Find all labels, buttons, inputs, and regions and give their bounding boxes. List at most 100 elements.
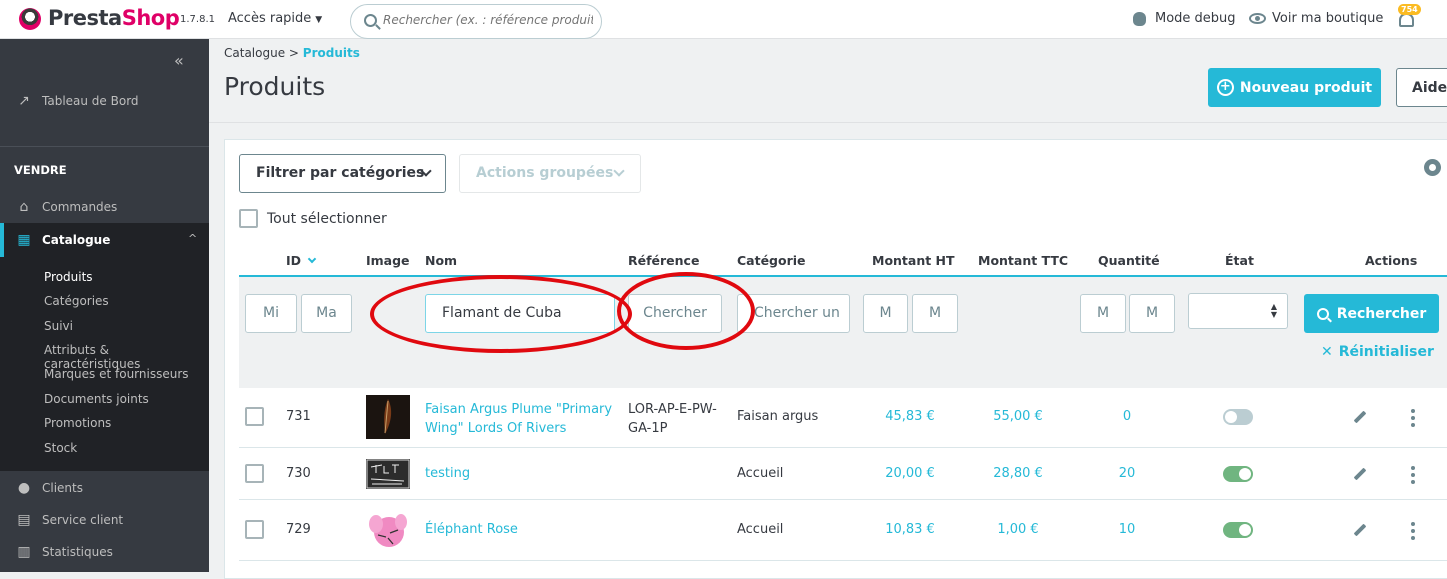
column-header-price-ttc[interactable]: Montant TTC: [978, 253, 1068, 268]
product-name-link[interactable]: Éléphant Rose: [425, 522, 518, 537]
product-thumbnail[interactable]: [366, 395, 410, 439]
version-label: 1.7.8.1: [180, 14, 215, 25]
reference-line: LOR-AP-E-PW-: [628, 402, 717, 417]
more-actions-icon[interactable]: [1411, 409, 1415, 430]
row-checkbox[interactable]: [245, 464, 264, 483]
sidebar-sub-products[interactable]: Produits: [44, 270, 93, 284]
sidebar-sub-tracking[interactable]: Suivi: [44, 319, 73, 333]
column-header-label: ID: [286, 253, 302, 268]
column-header-quantity[interactable]: Quantité: [1098, 253, 1160, 268]
sidebar-sub-files[interactable]: Documents joints: [44, 392, 149, 406]
more-actions-icon[interactable]: [1411, 522, 1415, 543]
filter-qty-min[interactable]: M: [1080, 294, 1126, 333]
product-thumbnail[interactable]: [366, 459, 410, 489]
product-price-ttc[interactable]: 55,00 €: [980, 409, 1056, 424]
product-thumbnail[interactable]: [366, 508, 410, 552]
bar-chart-icon: ▥: [17, 544, 31, 560]
row-divider: [239, 447, 1447, 448]
product-name-link[interactable]: Faisan Argus Plume "Primary Wing" Lords O…: [425, 400, 612, 438]
notifications-bell-icon[interactable]: [1399, 13, 1414, 27]
search-button[interactable]: Rechercher: [1304, 294, 1439, 333]
sidebar-item-customers[interactable]: ● Clients: [15, 480, 83, 496]
product-price-ttc[interactable]: 1,00 €: [980, 522, 1056, 537]
sidebar-item-service[interactable]: ▤ Service client: [15, 512, 123, 528]
sidebar-item-dashboard[interactable]: ↗ Tableau de Bord: [15, 93, 139, 109]
row-id: 729: [286, 522, 311, 537]
product-price-ht[interactable]: 10,83 €: [872, 522, 948, 537]
chevron-down-icon: [613, 165, 625, 177]
brand-name[interactable]: PrestaShop: [48, 6, 180, 30]
close-icon: ✕: [1321, 344, 1333, 360]
product-quantity[interactable]: 0: [1110, 409, 1144, 424]
sidebar-item-label: Statistiques: [42, 545, 113, 559]
product-name-link[interactable]: testing: [425, 466, 470, 481]
sidebar-sub-categories[interactable]: Catégories: [44, 294, 109, 308]
product-reference: LOR-AP-E-PW- GA-1P: [628, 400, 717, 438]
row-checkbox[interactable]: [245, 520, 264, 539]
more-actions-icon[interactable]: [1411, 466, 1415, 487]
column-header-price-ht[interactable]: Montant HT: [872, 253, 955, 268]
annotation-circle-reference: [617, 272, 755, 350]
sort-desc-icon[interactable]: [307, 254, 317, 264]
sidebar-sub-stock[interactable]: Stock: [44, 441, 77, 455]
row-checkbox[interactable]: [245, 407, 264, 426]
row-divider: [239, 499, 1447, 500]
sidebar-item-stats[interactable]: ▥ Statistiques: [15, 544, 113, 560]
filter-qty-max[interactable]: M: [1129, 294, 1175, 333]
column-header-name[interactable]: Nom: [425, 253, 457, 268]
column-header-category[interactable]: Catégorie: [737, 253, 806, 268]
product-price-ht[interactable]: 20,00 €: [872, 466, 948, 481]
filter-id-min[interactable]: Mi: [245, 294, 297, 333]
header-search-input[interactable]: [383, 13, 593, 27]
status-toggle[interactable]: [1223, 522, 1253, 538]
sidebar-sub-promotions[interactable]: Promotions: [44, 416, 111, 430]
store-icon: ▦: [17, 232, 31, 248]
eye-icon[interactable]: [1249, 13, 1266, 24]
column-header-status[interactable]: État: [1225, 253, 1254, 268]
trending-up-icon: ↗: [18, 93, 30, 109]
view-shop-link[interactable]: Voir ma boutique: [1272, 11, 1383, 26]
chevron-up-icon[interactable]: ^: [188, 232, 197, 245]
column-header-reference[interactable]: Référence: [628, 253, 699, 268]
breadcrumb-current[interactable]: Produits: [303, 46, 360, 60]
select-all-checkbox[interactable]: [239, 209, 258, 228]
sidebar-sub-brands[interactable]: Marques et fournisseurs: [44, 367, 189, 381]
column-header-id[interactable]: ID: [286, 253, 317, 268]
sidebar-item-label: Service client: [42, 513, 124, 527]
collapse-sidebar-icon[interactable]: «: [174, 51, 184, 70]
row-id: 731: [286, 409, 311, 424]
product-category: Accueil: [737, 466, 784, 481]
toggle-knob: [1239, 524, 1251, 536]
brand-shop: Shop: [121, 6, 180, 30]
basket-icon: ⌂: [19, 199, 29, 215]
product-quantity[interactable]: 20: [1110, 466, 1144, 481]
product-price-ttc[interactable]: 28,80 €: [980, 466, 1056, 481]
bulk-actions-dropdown[interactable]: Actions groupées: [459, 154, 641, 193]
quick-access-dropdown[interactable]: Accès rapide ▼: [228, 11, 322, 26]
filter-id-max[interactable]: Ma: [301, 294, 352, 333]
sidebar-item-label: Clients: [42, 481, 83, 495]
sidebar-item-label: Tableau de Bord: [42, 94, 139, 108]
bug-icon[interactable]: [1133, 12, 1146, 26]
sidebar-item-catalog[interactable]: ▦ Catalogue: [15, 232, 110, 248]
status-toggle[interactable]: [1223, 466, 1253, 482]
breadcrumb-parent[interactable]: Catalogue: [224, 46, 285, 60]
filter-ht-max[interactable]: M: [912, 294, 958, 333]
filter-status-select[interactable]: ▲ ▼: [1188, 293, 1288, 329]
new-product-button[interactable]: + Nouveau produit: [1208, 68, 1381, 107]
reset-filters-link[interactable]: ✕ Réinitialiser: [1321, 344, 1434, 360]
help-button[interactable]: Aide: [1396, 68, 1447, 107]
product-price-ht[interactable]: 45,83 €: [872, 409, 948, 424]
status-toggle[interactable]: [1223, 409, 1253, 425]
gear-icon[interactable]: [1424, 159, 1441, 176]
sidebar-item-orders[interactable]: ⌂ Commandes: [15, 199, 118, 215]
toggle-knob: [1225, 411, 1237, 423]
filter-categories-dropdown[interactable]: Filtrer par catégories: [239, 154, 446, 193]
debug-mode-link[interactable]: Mode debug: [1155, 11, 1236, 26]
brand-presta: Presta: [48, 6, 122, 30]
chat-icon: ▤: [17, 512, 31, 528]
filter-ht-min[interactable]: M: [863, 294, 908, 333]
prestashop-logo[interactable]: [19, 8, 41, 30]
header-search[interactable]: [350, 4, 602, 39]
product-quantity[interactable]: 10: [1110, 522, 1144, 537]
